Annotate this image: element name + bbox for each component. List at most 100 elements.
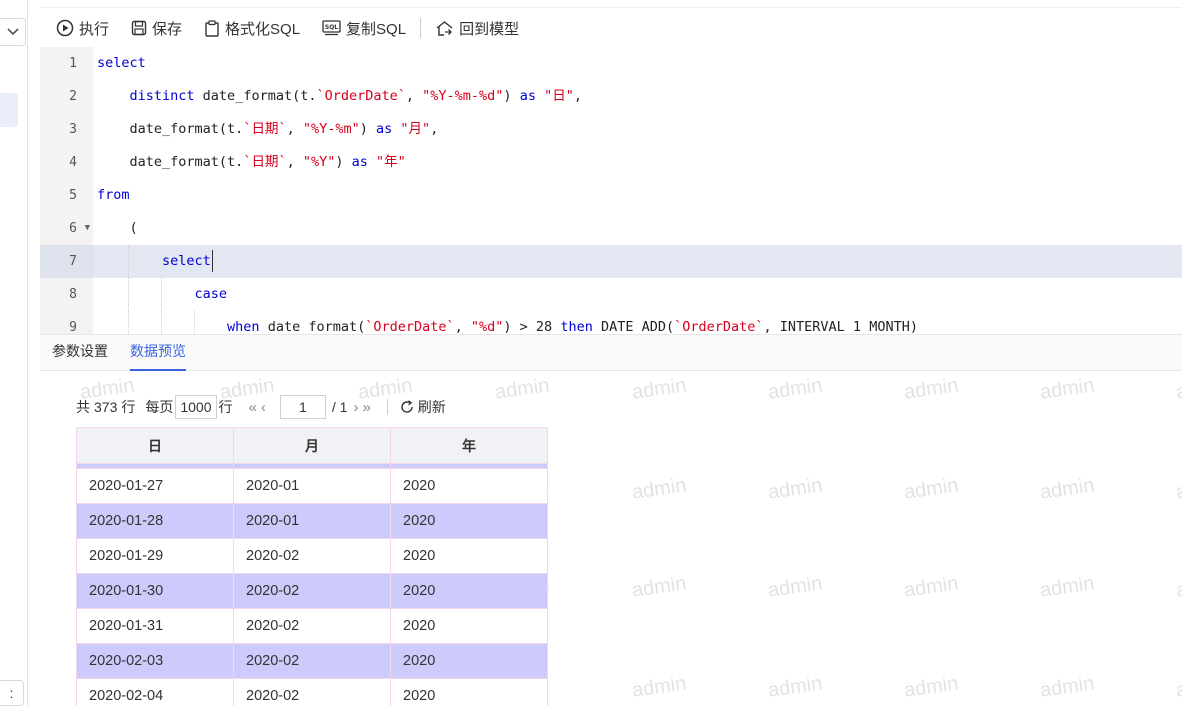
- sql-token: ,: [286, 154, 303, 170]
- back-to-model-button[interactable]: 回到模型: [435, 18, 519, 39]
- code-line[interactable]: 7 select: [40, 245, 1182, 278]
- code-text: date_format(t.`日期`, "%Y") as "年": [93, 146, 406, 179]
- sql-keyword: as: [351, 154, 368, 170]
- first-page-icon[interactable]: «: [249, 399, 257, 416]
- sql-string: "月": [400, 121, 431, 137]
- line-number-text: 6: [69, 221, 77, 236]
- code-line[interactable]: 8 case: [40, 278, 1182, 311]
- code-text: distinct date_format(t.`OrderDate`, "%Y-…: [93, 80, 582, 113]
- cell-year: 2020: [390, 678, 548, 706]
- copy-sql-button[interactable]: SQL 复制SQL: [322, 18, 406, 39]
- cell-day: 2020-01-29: [76, 538, 234, 574]
- watermark-text: admin: [902, 374, 960, 404]
- cell-month: 2020-02: [233, 573, 391, 609]
- last-page-icon[interactable]: »: [362, 399, 370, 416]
- watermark-text: admin: [902, 474, 960, 504]
- next-page-icon[interactable]: ›: [353, 399, 358, 416]
- code-line[interactable]: 5 from: [40, 179, 1182, 212]
- sql-code-editor[interactable]: 1 select 2 distinct date_format(t.`OrderDa…: [40, 47, 1182, 334]
- watermark-text: admin: [1174, 474, 1182, 504]
- sql-token: ): [335, 154, 352, 170]
- watermark-text: admin: [766, 572, 824, 602]
- code-line[interactable]: 9 when date format(`OrderDate`, "%d") > …: [40, 311, 1182, 334]
- sql-string: "年": [376, 154, 406, 170]
- sidebar-collapse-button[interactable]: [0, 18, 26, 46]
- line-number: 3: [69, 122, 77, 137]
- watermark-text: admin: [1038, 672, 1096, 702]
- line-number: 5: [69, 188, 77, 203]
- watermark-text: admin: [902, 572, 960, 602]
- refresh-button[interactable]: 刷新: [400, 397, 446, 417]
- run-label: 执行: [79, 20, 110, 38]
- line-number: 7: [40, 245, 93, 278]
- column-header-day[interactable]: 日: [76, 427, 234, 464]
- column-header-year[interactable]: 年: [390, 427, 548, 464]
- sql-string: `日期`: [243, 121, 287, 137]
- total-rows: 373: [94, 399, 118, 415]
- sql-string: `OrderDate`: [316, 88, 406, 104]
- watermark-text: admin: [630, 474, 688, 504]
- line-number: 2: [69, 89, 77, 104]
- watermark-text: admin: [493, 374, 551, 404]
- table-row[interactable]: 2020-01-28 2020-01 2020: [76, 503, 548, 539]
- sql-string: "%Y-%m-%d": [422, 88, 504, 104]
- line-number: 1: [69, 56, 77, 71]
- code-text: from: [93, 179, 130, 212]
- sql-keyword: when: [227, 319, 260, 334]
- sidebar-more-button[interactable]: :: [0, 680, 24, 706]
- code-line[interactable]: 1 select: [40, 47, 1182, 80]
- per-page-suffix: 行: [218, 399, 233, 415]
- indent-guide: [161, 311, 162, 334]
- sql-token: ,: [405, 88, 423, 104]
- code-line[interactable]: 6 ▼ (: [40, 212, 1182, 245]
- cell-month: 2020-02: [233, 643, 391, 679]
- table-row[interactable]: 2020-01-31 2020-02 2020: [76, 608, 548, 644]
- code-line[interactable]: 2 distinct date_format(t.`OrderDate`, "%…: [40, 80, 1182, 113]
- column-header-month[interactable]: 月: [233, 427, 391, 464]
- save-button[interactable]: 保存: [131, 18, 182, 39]
- cell-day: 2020-02-03: [76, 643, 234, 679]
- per-page-input[interactable]: 1000: [175, 395, 217, 419]
- table-header-row: 日 月 年: [76, 427, 548, 464]
- watermark-text: admin: [1174, 672, 1182, 702]
- sql-token: ,: [573, 88, 582, 104]
- code-text: select: [93, 47, 146, 80]
- watermark-text: admin: [630, 672, 688, 702]
- sidebar-active-item[interactable]: [0, 93, 18, 127]
- code-line[interactable]: 4 date_format(t.`日期`, "%Y") as "年": [40, 146, 1182, 179]
- tab-params[interactable]: 参数设置: [52, 341, 108, 370]
- sql-token: ) > 28: [503, 319, 561, 334]
- sql-keyword: select: [162, 253, 211, 269]
- tab-data-preview[interactable]: 数据预览: [130, 341, 186, 371]
- table-row[interactable]: 2020-01-27 2020-01 2020: [76, 468, 548, 504]
- cell-day: 2020-01-28: [76, 503, 234, 539]
- save-icon: [131, 20, 147, 36]
- table-row[interactable]: 2020-02-03 2020-02 2020: [76, 643, 548, 679]
- sql-token: ): [359, 121, 377, 137]
- watermark-text: admin: [766, 374, 824, 404]
- format-sql-button[interactable]: 格式化SQL: [204, 18, 300, 39]
- code-line[interactable]: 3 date_format(t.`日期`, "%Y-%m") as "月",: [40, 113, 1182, 146]
- watermark-text: admin: [1038, 572, 1096, 602]
- top-divider: [40, 0, 1182, 8]
- run-button[interactable]: 执行: [56, 18, 109, 39]
- page-number-input[interactable]: 1: [279, 395, 326, 419]
- sql-token: ,: [286, 121, 303, 137]
- result-tabs: 参数设置 数据预览: [40, 334, 1182, 371]
- indent-guide: [128, 245, 129, 278]
- sql-string: `OrderDate`: [674, 319, 764, 334]
- cell-day: 2020-01-30: [76, 573, 234, 609]
- table-row[interactable]: 2020-01-29 2020-02 2020: [76, 538, 548, 574]
- prev-page-icon[interactable]: ‹: [261, 399, 266, 416]
- fold-arrow-icon[interactable]: ▼: [85, 212, 90, 245]
- line-number: 9: [69, 320, 77, 334]
- indent-guide: [128, 311, 129, 334]
- cell-month: 2020-02: [233, 538, 391, 574]
- table-row[interactable]: 2020-01-30 2020-02 2020: [76, 573, 548, 609]
- cell-year: 2020: [390, 643, 548, 679]
- code-text: case: [93, 278, 227, 311]
- table-row[interactable]: 2020-02-04 2020-02 2020: [76, 678, 548, 706]
- sql-editor-page: : 执行 保存 格式化SQL SQL 复制SQL 回到模型 1 select 2 d…: [0, 0, 1182, 706]
- total-suffix: 行: [121, 399, 136, 415]
